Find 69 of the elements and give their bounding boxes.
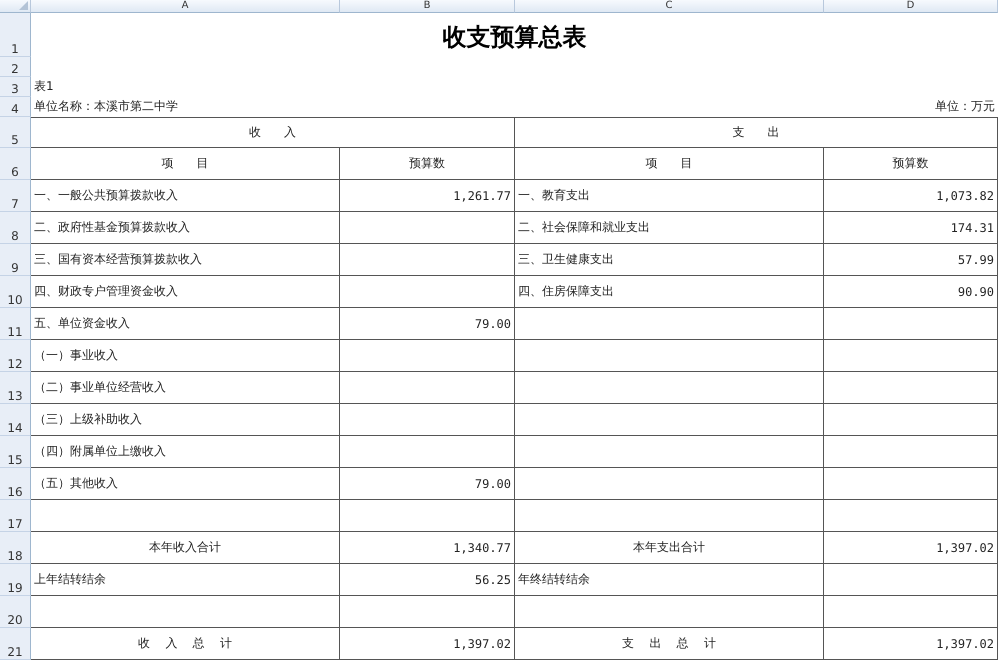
table-cell: 1,073.82 [824,180,998,212]
triangle-icon [19,1,28,10]
table-cell: （三）上级补助收入 [31,404,340,436]
table-header-cell: 预算数 [340,148,515,180]
table-cell: 支 出 总 计 [515,628,824,660]
table-cell: 二、政府性基金预算拨款收入 [31,212,340,244]
table-cell: 一、教育支出 [515,180,824,212]
column-header[interactable]: D [824,0,998,13]
table-cell: 79.00 [340,308,515,340]
table-cell: （二）事业单位经营收入 [31,372,340,404]
row-header[interactable]: 2 [0,57,31,77]
column-header[interactable]: B [340,0,515,13]
row-header[interactable]: 18 [0,532,31,564]
table-cell: 1,397.02 [340,628,515,660]
table-cell: 56.25 [340,564,515,596]
table-header-cell: 项 目 [31,148,340,180]
table-cell: 1,261.77 [340,180,515,212]
row-header[interactable]: 9 [0,244,31,276]
table-cell: 收 入 总 计 [31,628,340,660]
row-header[interactable]: 3 [0,77,31,97]
table-cell: 五、单位资金收入 [31,308,340,340]
sheet-title: 收支预算总表 [442,21,588,53]
row-header[interactable]: 4 [0,97,31,117]
table-cell: 本年收入合计 [31,532,340,564]
table-cell: 三、卫生健康支出 [515,244,824,276]
table-cell: 年终结转结余 [515,564,824,596]
table-label: 表1 [33,78,55,95]
table-cell: （五）其他收入 [31,468,340,500]
row-header[interactable]: 7 [0,180,31,212]
row-header[interactable]: 6 [0,148,31,180]
column-header[interactable]: C [515,0,824,13]
table-cell: 一、一般公共预算拨款收入 [31,180,340,212]
table-cell: 四、住房保障支出 [515,276,824,308]
row-header[interactable]: 14 [0,404,31,436]
table-cell: 57.99 [824,244,998,276]
table-cell: 1,340.77 [340,532,515,564]
row-header[interactable]: 1 [0,13,31,57]
table-cell: 1,397.02 [824,628,998,660]
table-header-cell: 预算数 [824,148,998,180]
table-cell: 174.31 [824,212,998,244]
row-header[interactable]: 12 [0,340,31,372]
table-cell: （四）附属单位上缴收入 [31,436,340,468]
table-cell: 上年结转结余 [31,564,340,596]
row-header[interactable]: 8 [0,212,31,244]
table-cell: 79.00 [340,468,515,500]
table-header-cell: 项 目 [515,148,824,180]
table-cell: （一）事业收入 [31,340,340,372]
row-header[interactable]: 21 [0,628,31,660]
row-header[interactable]: 13 [0,372,31,404]
select-all-button[interactable] [0,0,31,13]
row-header[interactable]: 20 [0,596,31,628]
row-header[interactable]: 10 [0,276,31,308]
table-cell: 三、国有资本经营预算拨款收入 [31,244,340,276]
row-header[interactable]: 5 [0,117,31,148]
table-header-cell: 支 出 [515,117,998,148]
table-cell: 四、财政专户管理资金收入 [31,276,340,308]
unit-name: 单位名称：本溪市第二中学 [33,98,179,115]
column-header[interactable]: A [31,0,340,13]
table-header-cell: 收 入 [31,117,515,148]
row-header[interactable]: 17 [0,500,31,532]
table-cell: 本年支出合计 [515,532,824,564]
row-header[interactable]: 19 [0,564,31,596]
row-header[interactable]: 15 [0,436,31,468]
table-cell: 1,397.02 [824,532,998,564]
table-cell: 二、社会保障和就业支出 [515,212,824,244]
row-header[interactable]: 11 [0,308,31,340]
row-header[interactable]: 16 [0,468,31,500]
table-cell: 90.90 [824,276,998,308]
unit-label: 单位：万元 [934,98,996,115]
